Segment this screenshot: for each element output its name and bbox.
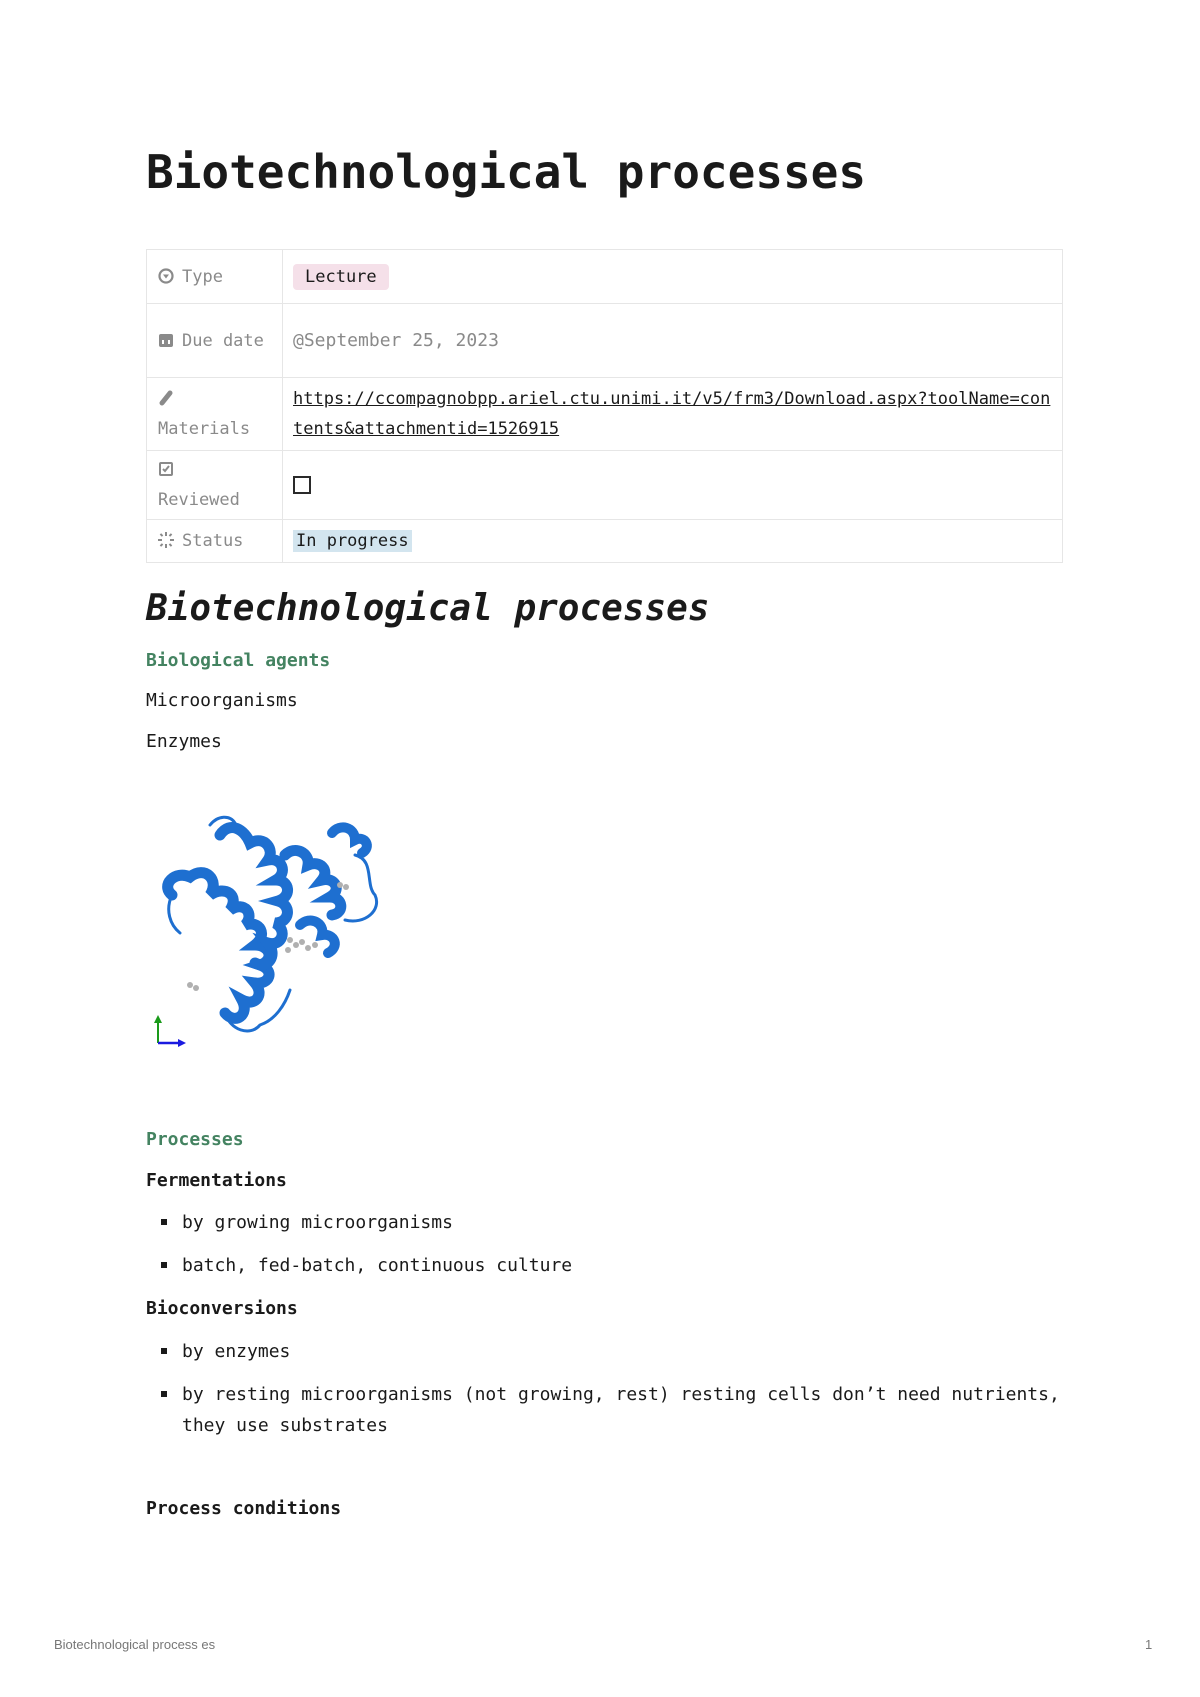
list-item: by growing microorganisms [161,1207,1062,1238]
list-item: by enzymes [161,1336,1062,1367]
property-row-status: Status In progress [146,519,1063,563]
bioconversions-heading: Bioconversions [146,1298,298,1319]
property-row-reviewed: Reviewed [146,450,1063,520]
page-title: Biotechnological processes [146,145,867,199]
footer-doc-title: Biotechnological process es [54,1637,216,1652]
property-label-cell: Status [146,519,283,563]
property-row-due-date: Due date @September 25, 2023 [146,303,1063,378]
paragraph-enzymes: Enzymes [146,731,222,752]
materials-link[interactable]: https://ccompagnobpp.ariel.ctu.unimi.it/… [293,389,1050,439]
biological-agents-heading: Biological agents [146,650,331,671]
page-number: 1 [1145,1637,1153,1652]
checkbox-icon [159,462,173,476]
property-label: Type [182,266,223,287]
property-label-cell: Due date [146,303,283,378]
bullet-icon [161,1348,167,1354]
paperclip-icon [159,390,173,406]
type-select-icon [158,267,174,284]
bullet-icon [161,1391,167,1397]
type-tag[interactable]: Lecture [293,263,389,290]
fermentations-heading: Fermentations [146,1170,287,1191]
reviewed-checkbox[interactable] [293,476,311,494]
axes-indicator-icon [154,1015,186,1047]
property-label-cell: Reviewed [146,450,283,520]
section-heading: Biotechnological processes [146,588,710,629]
calendar-icon [159,333,173,347]
status-icon [158,532,174,548]
property-label: Due date [182,330,264,351]
property-value-cell[interactable]: In progress [282,519,1063,563]
list-item-text: batch, fed-batch, continuous culture [182,1255,573,1276]
due-date-value[interactable]: @September 25, 2023 [293,330,499,351]
list-item-text: by enzymes [182,1341,291,1362]
bullet-icon [161,1219,167,1225]
properties-table: Type Lecture Due date @September 25, 202… [146,249,1063,563]
list-item-text: by growing microorganisms [182,1212,453,1233]
protein-structure-image [154,815,379,1047]
property-label: Materials [158,419,251,439]
process-conditions-heading: Process conditions [146,1498,342,1519]
list-item: by resting microorganisms (not growing, … [161,1379,1062,1441]
bullet-icon [161,1262,167,1268]
property-value-cell: https://ccompagnobpp.ariel.ctu.unimi.it/… [282,377,1063,451]
status-tag[interactable]: In progress [293,530,412,552]
property-label-cell: Materials [146,377,283,451]
property-value-cell[interactable]: Lecture [282,249,1063,304]
property-label: Reviewed [158,490,240,510]
property-row-materials: Materials https://ccompagnobpp.ariel.ctu… [146,377,1063,451]
property-value-cell[interactable]: @September 25, 2023 [282,303,1063,378]
list-item-text: by resting microorganisms (not growing, … [182,1384,1060,1436]
property-label: Status [182,531,244,551]
paragraph-microorganisms: Microorganisms [146,690,298,711]
property-value-cell [282,450,1063,520]
processes-heading: Processes [146,1129,244,1150]
list-item: batch, fed-batch, continuous culture [161,1250,1062,1281]
property-label-cell: Type [146,249,283,304]
property-row-type: Type Lecture [146,249,1063,304]
